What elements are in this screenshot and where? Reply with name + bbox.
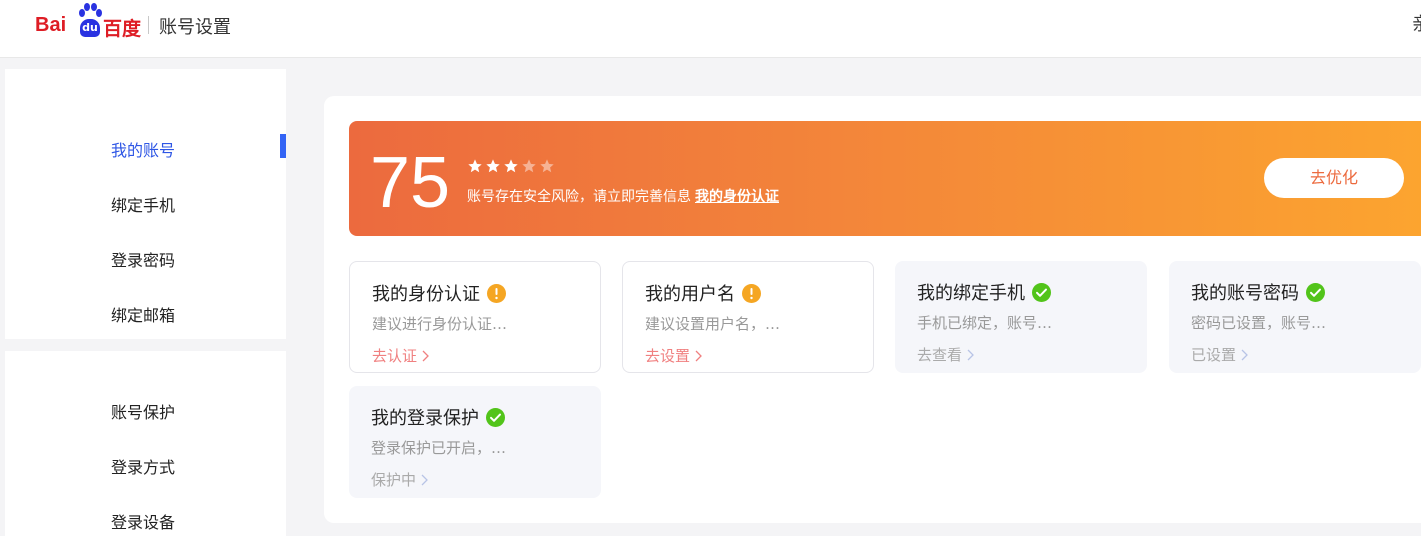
card-title: 我的身份认证 (372, 280, 506, 306)
card-title: 我的账号密码 (1191, 279, 1325, 305)
card-description: 手机已绑定，账号… (917, 314, 1053, 332)
security-score: 75 (370, 143, 451, 223)
optimize-button[interactable]: 去优化 (1264, 158, 1404, 198)
chevron-right-icon (1241, 349, 1248, 360)
warning-icon (742, 283, 761, 303)
warning-icon (487, 283, 506, 303)
chevron-right-icon (421, 474, 428, 485)
identity-verify-link[interactable]: 我的身份认证 (695, 189, 779, 205)
sidebar-active-indicator (280, 134, 286, 158)
top-header: Bai du 百度 账号设置 亲 (0, 0, 1421, 58)
card-account-password[interactable]: 我的账号密码 密码已设置，账号… 已设置 (1169, 261, 1421, 373)
security-warning-text: 账号存在安全风险，请立即完善信息 我的身份认证 (467, 186, 779, 206)
baidu-logo[interactable]: Bai du 百度 (35, 2, 145, 42)
card-identity-verification[interactable]: 我的身份认证 建议进行身份认证… 去认证 (349, 261, 601, 373)
star-empty-icon (522, 159, 536, 173)
star-icon (468, 159, 482, 173)
sidebar-item-login-method[interactable]: 登录方式 (111, 454, 175, 478)
security-warning-message: 账号存在安全风险，请立即完善信息 (467, 189, 691, 205)
check-circle-icon (1306, 282, 1325, 302)
card-action-link[interactable]: 已设置 (1191, 344, 1248, 365)
card-action-label: 去查看 (917, 346, 963, 364)
star-icon (504, 159, 518, 173)
card-title: 我的绑定手机 (917, 279, 1051, 305)
check-circle-icon (486, 407, 505, 427)
card-title-text: 我的身份认证 (372, 284, 480, 305)
star-icon (486, 159, 500, 173)
main-panel: 75 账号存在安全风险，请立即完善信息 我的身份认证 去优化 我的身份认证 建议进… (324, 96, 1421, 523)
card-title-text: 我的绑定手机 (917, 283, 1025, 304)
logo-text-prefix: Bai (35, 14, 67, 36)
chevron-right-icon (967, 349, 974, 360)
card-title-text: 我的账号密码 (1191, 283, 1299, 304)
sidebar-item-my-account[interactable]: 我的账号 (111, 137, 175, 161)
sidebar-item-login-devices[interactable]: 登录设备 (111, 509, 175, 533)
card-action-label: 去认证 (372, 347, 418, 365)
card-action-link[interactable]: 去查看 (917, 344, 974, 365)
sidebar-group-security: 账号保护 登录方式 登录设备 (5, 351, 286, 536)
card-login-protection[interactable]: 我的登录保护 登录保护已开启，… 保护中 (349, 386, 601, 498)
chevron-right-icon (695, 350, 702, 361)
card-description: 密码已设置，账号… (1191, 314, 1327, 332)
card-title-text: 我的用户名 (645, 284, 735, 305)
header-divider (148, 16, 149, 34)
check-circle-icon (1032, 282, 1051, 302)
card-title: 我的登录保护 (371, 404, 505, 430)
card-description: 建议设置用户名，… (645, 315, 781, 333)
sidebar-item-bind-email[interactable]: 绑定邮箱 (111, 302, 175, 326)
logo-text-suffix: 百度 (103, 19, 142, 40)
chevron-right-icon (422, 350, 429, 361)
security-score-banner: 75 账号存在安全风险，请立即完善信息 我的身份认证 去优化 (349, 121, 1421, 236)
card-action-label: 去设置 (645, 347, 691, 365)
card-action-label: 保护中 (371, 471, 417, 489)
sidebar-item-bind-phone[interactable]: 绑定手机 (111, 192, 175, 216)
user-menu[interactable]: 亲 (1412, 10, 1421, 36)
star-rating (467, 158, 555, 176)
card-action-label: 已设置 (1191, 346, 1237, 364)
card-action-link[interactable]: 去设置 (645, 345, 702, 366)
star-empty-icon (540, 159, 554, 173)
card-action-link[interactable]: 去认证 (372, 345, 429, 366)
card-action-link[interactable]: 保护中 (371, 469, 428, 490)
page-title: 账号设置 (159, 17, 231, 38)
card-description: 登录保护已开启，… (371, 439, 507, 457)
sidebar-group-account: 我的账号 绑定手机 登录密码 绑定邮箱 (5, 69, 286, 339)
sidebar-item-login-password[interactable]: 登录密码 (111, 247, 175, 271)
card-username[interactable]: 我的用户名 建议设置用户名，… 去设置 (622, 261, 874, 373)
card-title-text: 我的登录保护 (371, 408, 479, 429)
card-bound-phone[interactable]: 我的绑定手机 手机已绑定，账号… 去查看 (895, 261, 1147, 373)
logo-text-mid: du (80, 19, 100, 37)
sidebar-item-account-protection[interactable]: 账号保护 (111, 399, 175, 423)
card-description: 建议进行身份认证… (372, 315, 508, 333)
card-title: 我的用户名 (645, 280, 761, 306)
